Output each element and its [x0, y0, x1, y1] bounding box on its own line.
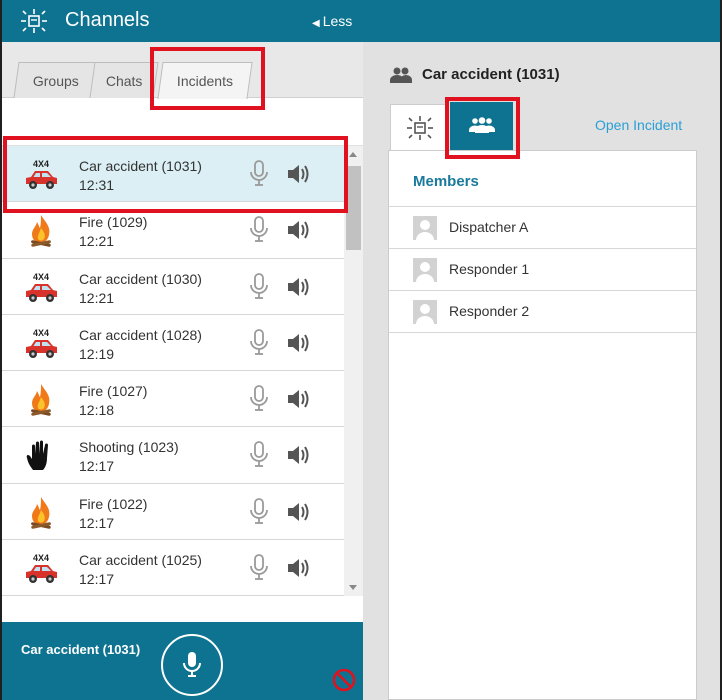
user-placeholder-icon [413, 300, 437, 324]
incident-row[interactable]: 4X4 Car accident (1025) 12:17 [2, 540, 344, 596]
car-icon: 4X4 [22, 552, 60, 586]
collapse-less-button[interactable]: ◀ Less [312, 13, 352, 29]
incident-name: Fire (1029) [79, 214, 148, 231]
car-badge-text: 4X4 [33, 328, 49, 338]
ptt-footer: Car accident (1031) [2, 622, 363, 700]
microphone-icon [183, 652, 201, 677]
incident-row[interactable]: 4X4 Car accident (1030) 12:21 [2, 258, 344, 315]
channel-list-panel: Groups Chats Incidents 4X4 Car accident (… [2, 42, 363, 700]
less-label: Less [322, 13, 353, 29]
avatar [413, 300, 437, 324]
incident-name: Car accident (1025) [79, 552, 202, 569]
fire-icon [22, 496, 60, 530]
app-title: Channels [65, 9, 150, 31]
tab-members-view[interactable] [450, 102, 513, 150]
speaker-icon[interactable] [287, 276, 311, 298]
incident-row[interactable]: Fire (1029) 12:21 [2, 202, 344, 259]
incident-time: 12:18 [79, 402, 115, 419]
member-name: Responder 1 [449, 261, 530, 277]
filter-strip [2, 99, 363, 146]
member-name: Dispatcher A [449, 219, 529, 235]
incident-row[interactable]: Fire (1027) 12:18 [2, 371, 344, 428]
microphone-icon[interactable] [249, 441, 269, 469]
tab-groups[interactable]: Groups [13, 62, 99, 98]
car-icon: 4X4 [22, 158, 60, 192]
avatar [413, 258, 437, 282]
incident-row[interactable]: 4X4 Car accident (1028) 12:19 [2, 314, 344, 372]
speaker-icon[interactable] [287, 557, 311, 579]
microphone-icon[interactable] [249, 328, 269, 357]
microphone-icon[interactable] [249, 216, 269, 244]
hand-icon [22, 439, 60, 473]
fire-icon [22, 383, 60, 417]
speaker-icon[interactable] [287, 332, 311, 354]
car-badge-text: 4X4 [33, 553, 49, 563]
tab-incidents-label: Incidents [176, 73, 233, 89]
speaker-icon[interactable] [287, 163, 311, 185]
scroll-up-arrow-icon[interactable] [349, 152, 357, 157]
user-placeholder-icon [413, 258, 437, 282]
tab-chats-label: Chats [105, 72, 143, 89]
detail-title: Car accident (1031) [422, 66, 560, 83]
incident-time: 12:31 [79, 177, 115, 193]
incident-name: Shooting (1023) [79, 439, 179, 456]
user-placeholder-icon [413, 216, 437, 240]
car-icon: 4X4 [22, 327, 60, 361]
scroll-down-arrow-icon[interactable] [349, 585, 357, 590]
microphone-icon[interactable] [249, 272, 269, 301]
incident-time: 12:17 [79, 458, 115, 475]
avatar [413, 216, 437, 240]
active-channel-name: Car accident (1031) [21, 642, 141, 657]
blocked-icon[interactable] [332, 668, 356, 692]
app-header: Channels ◀ Less [2, 0, 720, 42]
incident-row[interactable]: Fire (1022) 12:17 [2, 483, 344, 541]
incident-time: 12:17 [79, 514, 115, 531]
members-heading: Members [413, 173, 479, 190]
people-icon [390, 67, 412, 83]
speaker-icon[interactable] [287, 501, 311, 523]
incident-time: 12:21 [79, 289, 115, 306]
channels-icon [407, 116, 433, 140]
incident-time: 12:17 [79, 571, 115, 588]
member-row[interactable]: Responder 2 [389, 291, 696, 333]
tab-channel-view[interactable] [390, 104, 448, 150]
scroll-thumb[interactable] [346, 166, 361, 250]
incident-row[interactable]: Shooting (1023) 12:17 [2, 427, 344, 484]
triangle-left-icon: ◀ [312, 18, 320, 29]
push-to-talk-button[interactable] [161, 634, 223, 696]
member-name: Responder 2 [449, 303, 530, 319]
speaker-icon[interactable] [287, 444, 311, 466]
incident-time: 12:19 [79, 345, 115, 362]
microphone-icon[interactable] [249, 554, 269, 582]
speaker-icon[interactable] [287, 388, 311, 410]
incident-name: Car accident (1030) [79, 270, 202, 287]
microphone-icon[interactable] [249, 160, 269, 188]
fire-icon [22, 214, 60, 248]
channel-tabs: Groups Chats Incidents [2, 42, 363, 99]
incident-time: 12:21 [79, 233, 115, 250]
member-row[interactable]: Dispatcher A [389, 207, 696, 249]
incident-name: Car accident (1031) [79, 158, 202, 174]
incident-name: Car accident (1028) [79, 326, 202, 343]
incident-list: 4X4 Car accident (1031) 12:31 Fire (1029) 12… [2, 146, 344, 596]
tab-groups-label: Groups [32, 72, 79, 89]
incident-name: Fire (1022) [79, 495, 148, 512]
member-row[interactable]: Responder 1 [389, 249, 696, 291]
incident-name: Fire (1027) [79, 383, 148, 400]
members-group-icon [469, 117, 495, 133]
open-incident-link[interactable]: Open Incident [595, 117, 682, 133]
incident-row[interactable]: 4X4 Car accident (1031) 12:31 [2, 146, 344, 203]
microphone-icon[interactable] [249, 497, 269, 526]
tab-incidents[interactable]: Incidents [157, 62, 253, 99]
tab-chats[interactable]: Chats [89, 62, 159, 98]
incident-detail-panel: Car accident (1031) Open Incident Member… [363, 42, 720, 700]
car-icon: 4X4 [22, 271, 60, 305]
car-badge-text: 4X4 [33, 272, 49, 282]
microphone-icon[interactable] [249, 385, 269, 413]
incident-list-scrollbar[interactable] [344, 146, 363, 596]
car-badge-text: 4X4 [33, 159, 49, 169]
channels-logo-icon [21, 9, 47, 33]
members-panel: Members Dispatcher A Responder 1 Responder… [388, 150, 697, 700]
speaker-icon[interactable] [287, 219, 311, 241]
